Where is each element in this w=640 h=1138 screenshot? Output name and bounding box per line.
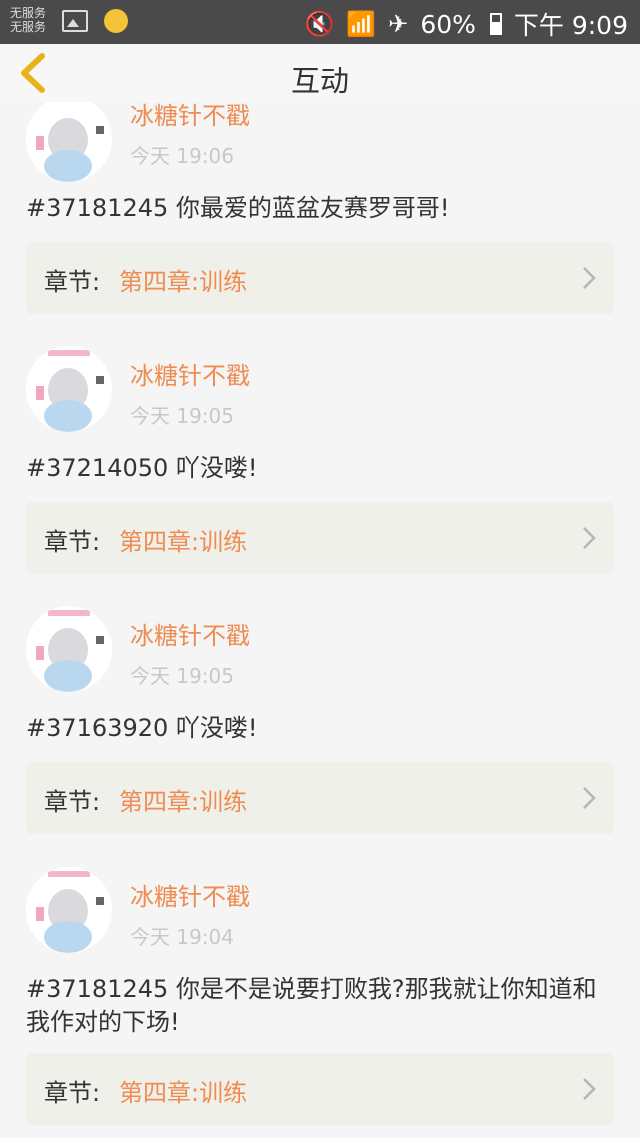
username[interactable]: 冰糖针不戳 — [130, 616, 250, 651]
username[interactable]: 冰糖针不戳 — [130, 356, 250, 391]
username[interactable]: 冰糖针不戳 — [130, 877, 250, 912]
clock: 下午 9:09 — [513, 11, 628, 40]
avatar[interactable] — [26, 346, 112, 432]
chapter-value: 第四章:训练 — [119, 1079, 248, 1107]
avatar[interactable] — [26, 606, 112, 692]
chapter-link[interactable]: 章节: 第四章:训练 — [26, 762, 614, 834]
avatar-image — [26, 867, 112, 953]
bulb-icon — [104, 9, 128, 33]
carrier-line-1: 无服务 — [10, 6, 47, 20]
page-title: 互动 — [290, 64, 349, 98]
chevron-right-icon — [583, 267, 596, 289]
carrier-line-2: 无服务 — [10, 20, 47, 34]
chevron-right-icon — [583, 1078, 596, 1100]
chapter-value: 第四章:训练 — [119, 268, 248, 296]
carrier-text: 无服务 无服务 — [10, 6, 46, 34]
mute-icon: 🔇 — [304, 10, 335, 38]
chapter-value: 第四章:训练 — [119, 788, 248, 816]
comment-text: #37181245 你最爱的蓝盆友赛罗哥哥! — [26, 194, 450, 222]
comment-text: #37214050 吖没喽! — [26, 454, 258, 482]
chapter-link[interactable]: 章节: 第四章:训练 — [26, 502, 614, 574]
chapter-label: 章节: — [44, 1079, 101, 1107]
avatar-image — [26, 96, 112, 182]
avatar-image — [26, 606, 112, 692]
app-header: 互动 — [0, 44, 640, 102]
status-bar: 无服务 无服务 🔇 📶 ✈ 60% 下午 9:09 — [0, 0, 640, 44]
timestamp: 今天 19:04 — [130, 925, 234, 949]
timestamp: 今天 19:06 — [130, 144, 234, 168]
comment-text: #37163920 吖没喽! — [26, 714, 258, 742]
wifi-icon: 📶 — [346, 10, 377, 38]
comment-text: #37181245 你是不是说要打败我?那我就让你知道和我作对的下场! — [26, 975, 597, 1036]
chevron-right-icon — [583, 527, 596, 549]
timestamp: 今天 19:05 — [130, 664, 234, 688]
avatar[interactable] — [26, 96, 112, 182]
gallery-icon — [62, 10, 88, 32]
timestamp: 今天 19:05 — [130, 404, 234, 428]
chevron-right-icon — [583, 787, 596, 809]
battery-icon — [489, 13, 502, 35]
chapter-label: 章节: — [44, 788, 101, 816]
chapter-link[interactable]: 章节: 第四章:训练 — [26, 242, 614, 314]
status-indicators: 🔇 📶 ✈ 60% 下午 9:09 — [304, 6, 628, 42]
airplane-icon: ✈ — [388, 10, 409, 38]
avatar[interactable] — [26, 867, 112, 953]
chapter-label: 章节: — [44, 268, 101, 296]
chapter-link[interactable]: 章节: 第四章:训练 — [26, 1053, 614, 1125]
battery-percent: 60% — [420, 9, 476, 39]
chapter-label: 章节: — [44, 528, 101, 556]
avatar-image — [26, 346, 112, 432]
chapter-value: 第四章:训练 — [119, 528, 248, 556]
